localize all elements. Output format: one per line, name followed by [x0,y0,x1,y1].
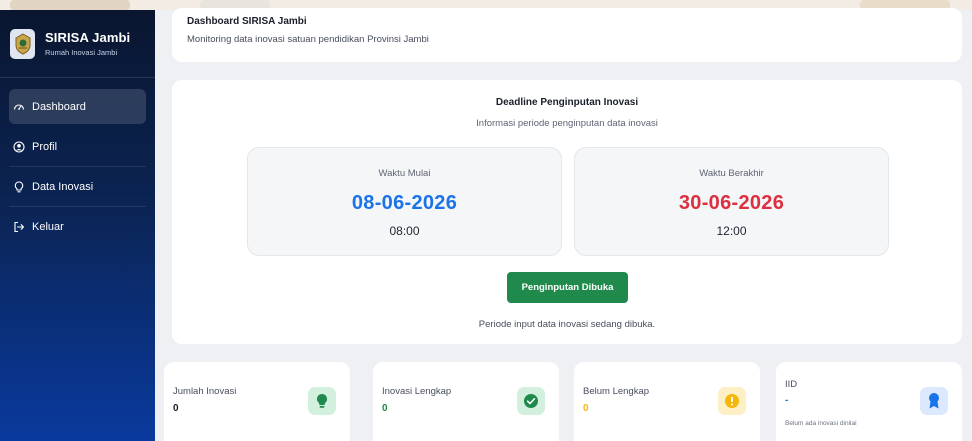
stat-value: 0 [173,403,179,414]
stat-label: IID [785,379,798,390]
stat-card-belum-lengkap: Belum Lengkap 0 [574,362,760,441]
award-icon [920,387,948,415]
alert-circle-icon [718,387,746,415]
deadline-title: Deadline Penginputan Inovasi [495,97,639,108]
logout-icon [13,221,25,233]
end-date: 30-06-2026 [678,192,785,214]
sidebar-nav: Dashboard Profil Data Inovasi Keluar [0,78,155,244]
brand-subtitle: Rumah Inovasi Jambi [45,48,118,57]
start-label: Waktu Mulai [378,168,431,179]
brand-title: SIRISA Jambi [45,30,131,45]
end-time-box: Waktu Berakhir 30-06-2026 12:00 [574,147,889,256]
end-time: 12:00 [716,224,747,238]
deadline-note: Periode input data inovasi sedang dibuka… [478,319,656,330]
deadline-subtitle: Informasi periode penginputan data inova… [476,118,658,129]
sidebar-item-label: Data Inovasi [32,180,94,193]
stat-label: Belum Lengkap [583,386,650,397]
page-subtitle: Monitoring data inovasi satuan pendidika… [187,34,429,45]
stat-card-inovasi-lengkap: Inovasi Lengkap 0 [373,362,559,441]
input-open-status-button[interactable]: Penginputan Dibuka [507,272,628,303]
stat-label: Jumlah Inovasi [173,386,237,397]
sidebar-divider [9,206,146,207]
page-header: Dashboard SIRISA Jambi Monitoring data i… [172,8,962,62]
lightbulb-icon [308,387,336,415]
stat-value: - [785,395,789,406]
lightbulb-icon [13,180,25,193]
start-time: 08:00 [389,224,420,238]
deadline-card: Deadline Penginputan Inovasi Informasi p… [172,80,962,344]
sidebar-item-label: Profil [32,140,58,153]
sidebar-item-profil[interactable]: Profil [9,129,146,167]
stat-note: Belum ada inovasi dinilai [785,420,857,427]
stat-card-iid: IID - Belum ada inovasi dinilai [776,362,962,441]
start-time-box: Waktu Mulai 08-06-2026 08:00 [247,147,562,256]
end-label: Waktu Berakhir [699,168,764,179]
banner-decoration [10,0,130,10]
sidebar-item-label: Keluar [32,220,64,233]
user-circle-icon [13,140,25,153]
sidebar-item-dashboard[interactable]: Dashboard [9,89,146,124]
page-title: Dashboard SIRISA Jambi [187,16,307,27]
sidebar-item-data-inovasi[interactable]: Data Inovasi [9,169,146,207]
check-circle-icon [517,387,545,415]
brand-logo-icon [10,28,35,59]
gauge-icon [13,101,25,113]
sidebar-item-label: Dashboard [32,100,86,113]
sidebar-divider [9,166,146,167]
start-date: 08-06-2026 [351,192,458,214]
sidebar: SIRISA Jambi Rumah Inovasi Jambi Dashboa… [0,10,155,441]
brand[interactable]: SIRISA Jambi Rumah Inovasi Jambi [0,10,155,78]
stat-value: 0 [583,403,589,414]
stat-card-jumlah-inovasi: Jumlah Inovasi 0 [164,362,350,441]
stat-value: 0 [382,403,388,414]
sidebar-item-keluar[interactable]: Keluar [9,209,146,244]
stat-label: Inovasi Lengkap [382,386,452,397]
